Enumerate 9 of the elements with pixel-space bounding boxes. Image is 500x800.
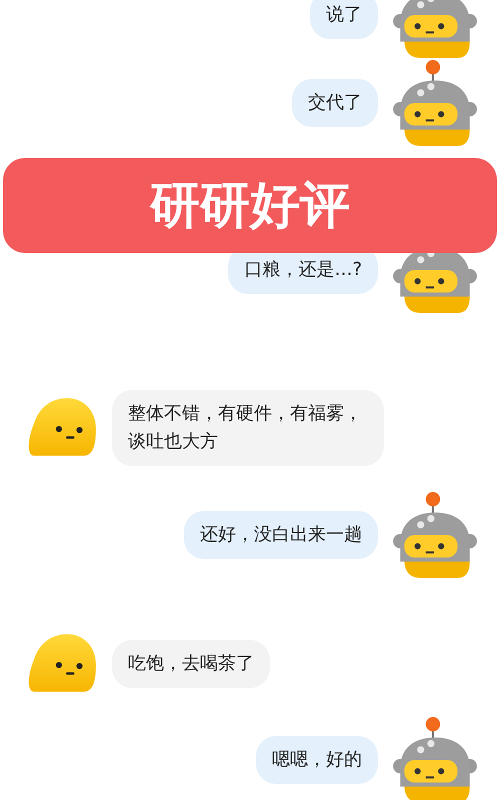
- message-bubble: 吃饱，去喝茶了: [112, 640, 270, 688]
- message-bubble: 交代了: [292, 79, 378, 127]
- robot-avatar-icon: [392, 715, 478, 800]
- robot-avatar-icon: [392, 490, 478, 580]
- banner: 研研好评: [3, 158, 497, 253]
- message-bubble: 整体不错，有硬件，有福雾，谈吐也大方: [112, 390, 384, 466]
- message-bubble: 说了: [310, 0, 378, 39]
- message-bubble: 嗯嗯，好的: [256, 736, 378, 784]
- message-bubble: 还好，没白出来一趟: [184, 511, 378, 559]
